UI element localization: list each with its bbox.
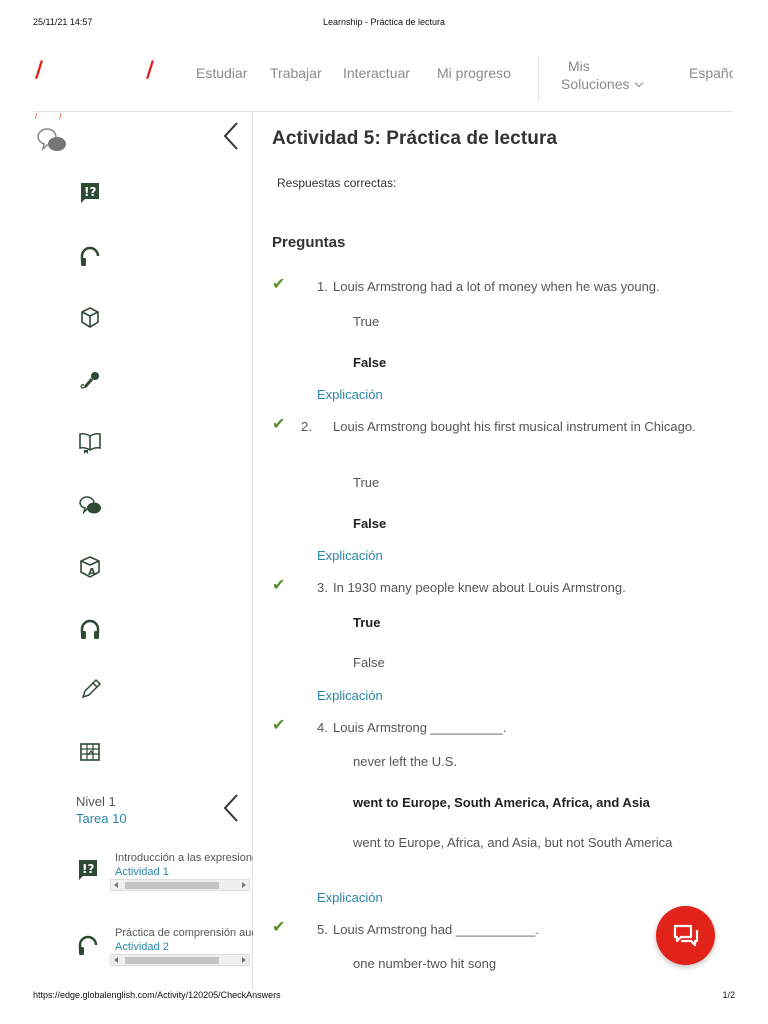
- answer-option[interactable]: one number-two hit song: [353, 953, 683, 974]
- letter-cube-icon[interactable]: A: [78, 555, 102, 579]
- nav-link-trabajar[interactable]: Trabajar: [270, 65, 322, 81]
- activity-title: Práctica de comprensión auditiva: [115, 927, 253, 939]
- question-prompt: Louis Armstrong __________.: [333, 720, 507, 735]
- print-header: 25/11/21 14:57 Learnship - Práctica de l…: [33, 17, 735, 31]
- tiny-mark: /: [59, 112, 62, 121]
- correct-answers-label: Respuestas correctas:: [277, 176, 397, 190]
- check-icon: ✔: [272, 575, 286, 594]
- explanation-link[interactable]: Explicación: [317, 688, 383, 703]
- print-url: https://edge.globalenglish.com/Activity/…: [33, 990, 281, 1000]
- print-page-number: 1/2: [722, 990, 735, 1000]
- scroll-right-arrow-icon[interactable]: [242, 957, 246, 963]
- language-selector[interactable]: Españo: [689, 65, 733, 81]
- answer-option-selected[interactable]: False: [353, 352, 683, 373]
- questions-heading: Preguntas: [272, 234, 346, 251]
- activity-item-1[interactable]: !? Introducción a las expresiones Activi…: [76, 852, 253, 912]
- answer-option-selected[interactable]: went to Europe, South America, Africa, a…: [353, 792, 683, 813]
- nav-link-mi-progreso[interactable]: Mi progreso: [437, 65, 511, 81]
- answer-option-selected[interactable]: False: [353, 513, 683, 534]
- answer-option[interactable]: True: [353, 472, 683, 493]
- svg-text:!?: !?: [82, 862, 94, 876]
- check-icon: ✔: [272, 274, 286, 293]
- svg-text:A: A: [88, 567, 96, 578]
- mis-soluciones-line1: Mis: [568, 58, 590, 74]
- print-footer: https://edge.globalenglish.com/Activity/…: [33, 990, 735, 1004]
- activity-item-2[interactable]: Práctica de comprensión auditiva Activid…: [76, 927, 253, 987]
- chat-icon: [673, 924, 699, 947]
- scrollbar-thumb[interactable]: [125, 957, 219, 964]
- headphone-single-icon[interactable]: [78, 244, 102, 268]
- horizontal-scrollbar[interactable]: [110, 954, 250, 966]
- level-task-info: Nivel 1 Tarea 10: [76, 793, 127, 827]
- headphones-icon[interactable]: [78, 617, 102, 641]
- question-number: 4.: [317, 720, 328, 735]
- explanation-link[interactable]: Explicación: [317, 548, 383, 563]
- open-book-icon[interactable]: [78, 430, 102, 454]
- question-number: 5.: [317, 922, 328, 937]
- sidebar: / / !? A Nivel 1 Tarea 10 !? Introducció…: [33, 112, 253, 990]
- answer-option[interactable]: never left the U.S.: [353, 751, 683, 772]
- question-text: 3. In 1930 many people knew about Louis A…: [317, 577, 717, 598]
- check-icon: ✔: [272, 414, 286, 433]
- main-content: Actividad 5: Práctica de lectura Respues…: [272, 112, 733, 990]
- question-flag-icon: !?: [76, 858, 100, 882]
- scrollbar-thumb[interactable]: [125, 882, 219, 889]
- horizontal-scrollbar[interactable]: [110, 879, 250, 891]
- question-number: 2.: [301, 419, 312, 434]
- chat-button[interactable]: [656, 906, 715, 965]
- check-icon: ✔: [272, 917, 286, 936]
- explanation-link[interactable]: Explicación: [317, 890, 383, 905]
- activity-title-heading: Actividad 5: Práctica de lectura: [272, 128, 558, 149]
- question-flag-icon[interactable]: !?: [78, 181, 102, 205]
- cube-icon[interactable]: [78, 306, 102, 330]
- question-text: 1. Louis Armstrong had a lot of money whe…: [317, 276, 717, 297]
- collapse-sidebar-button[interactable]: [222, 121, 240, 151]
- question-text: 2. Louis Armstrong bought his first music…: [301, 416, 717, 437]
- headphone-single-icon: [76, 933, 100, 957]
- speech-bubbles-icon[interactable]: [35, 126, 69, 156]
- nav-divider: [538, 56, 539, 100]
- nav-link-estudiar[interactable]: Estudiar: [196, 65, 247, 81]
- question-prompt: Louis Armstrong had a lot of money when …: [333, 279, 660, 294]
- chevron-down-icon: [634, 78, 643, 88]
- level-label: Nivel 1: [76, 794, 116, 809]
- answer-option[interactable]: went to Europe, Africa, and Asia, but no…: [353, 832, 683, 853]
- scroll-left-arrow-icon[interactable]: [114, 882, 118, 888]
- top-navigation: / / Estudiar Trabajar Interactuar Mi pro…: [33, 52, 733, 112]
- print-page-title: Learnship - Práctica de lectura: [322, 17, 446, 27]
- pencil-icon[interactable]: [78, 678, 102, 702]
- tiny-mark: /: [35, 112, 38, 121]
- explanation-link[interactable]: Explicación: [317, 387, 383, 402]
- brand-slash-mark: /: [146, 58, 155, 83]
- mis-soluciones-line2: Soluciones: [561, 76, 630, 92]
- question-text: 4. Louis Armstrong __________.: [317, 717, 717, 738]
- collapse-task-button[interactable]: [222, 793, 240, 823]
- answer-option-selected[interactable]: True: [353, 612, 683, 633]
- check-icon: ✔: [272, 715, 286, 734]
- question-number: 3.: [317, 580, 328, 595]
- task-link[interactable]: Tarea 10: [76, 810, 127, 827]
- brand-slash-mark: /: [35, 58, 44, 83]
- grid-table-icon[interactable]: [78, 740, 102, 764]
- answer-option[interactable]: True: [353, 311, 683, 332]
- question-number: 1.: [317, 279, 328, 294]
- activity-subtitle[interactable]: Actividad 2: [115, 941, 169, 953]
- microphone-icon[interactable]: [78, 369, 102, 393]
- speech-bubbles-small-icon[interactable]: [78, 494, 102, 518]
- question-prompt: In 1930 many people knew about Louis Arm…: [333, 580, 626, 595]
- nav-link-interactuar[interactable]: Interactuar: [343, 65, 410, 81]
- scroll-left-arrow-icon[interactable]: [114, 957, 118, 963]
- nav-mis-soluciones-dropdown[interactable]: Mis Soluciones: [561, 57, 643, 93]
- scroll-right-arrow-icon[interactable]: [242, 882, 246, 888]
- question-prompt: Louis Armstrong bought his first musical…: [333, 419, 696, 434]
- answer-option[interactable]: False: [353, 652, 683, 673]
- svg-text:!?: !?: [84, 185, 96, 199]
- activity-subtitle[interactable]: Actividad 1: [115, 866, 169, 878]
- activity-title: Introducción a las expresiones: [115, 852, 253, 864]
- question-prompt: Louis Armstrong had ___________.: [333, 922, 539, 937]
- tiny-marks: / /: [35, 112, 83, 121]
